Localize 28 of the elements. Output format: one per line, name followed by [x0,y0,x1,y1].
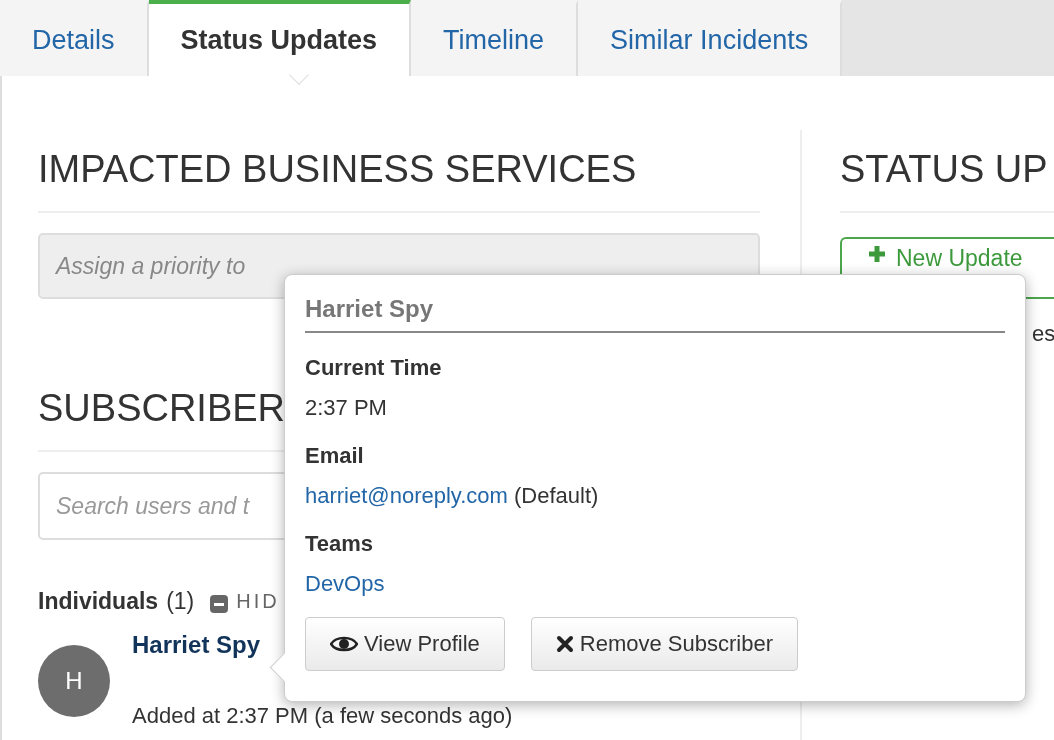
section-heading: STATUS UP [840,148,1054,213]
eye-icon [330,635,358,653]
individuals-label: Individuals [38,588,159,615]
tab[interactable]: Timeline [411,0,579,76]
field-label: Teams [305,531,374,557]
remove-subscriber-button[interactable]: Remove Subscriber [530,617,798,671]
section-heading: SUBSCRIBER [38,387,286,430]
team-link[interactable]: DevOps [305,571,385,596]
email-link[interactable]: harriet@noreply.com [305,483,508,508]
popover-title: Harriet Spy [305,295,1005,333]
subscriber-name-link[interactable]: Harriet Spy [132,631,261,659]
tab[interactable]: Details [0,0,149,76]
field-value: 2:37 PM [305,395,387,420]
hide-link[interactable]: HID [236,590,280,613]
field-label: Current Time [305,355,442,381]
plus-icon [868,245,886,263]
status-text: es [1032,321,1054,347]
tab[interactable]: Similar Incidents [578,0,843,76]
minus-square-icon [210,594,229,613]
section-heading: IMPACTED BUSINESS SERVICES [38,148,760,213]
avatar: H [38,645,110,717]
view-profile-button[interactable]: View Profile [305,617,505,671]
tab[interactable]: Status Updates [148,0,412,76]
individuals-count: (1) [166,588,195,615]
field-label: Email [305,443,364,469]
close-icon [555,635,574,653]
added-time-text: Added at 2:37 PM (a few seconds ago) [132,703,513,729]
default-note: (Default) [514,483,599,508]
